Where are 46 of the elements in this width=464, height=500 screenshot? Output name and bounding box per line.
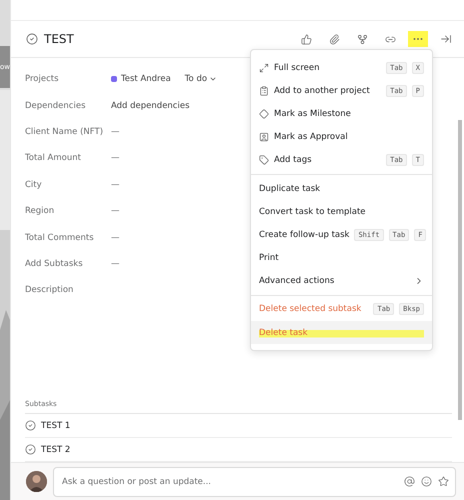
clipboard-icon — [259, 86, 269, 96]
field-value: — — [111, 153, 120, 164]
field-value: — — [111, 206, 120, 216]
add-dependencies-link[interactable]: Add dependencies — [111, 100, 190, 111]
emoji-icon[interactable] — [421, 476, 432, 487]
menu-item[interactable]: Convert task to template — [251, 200, 432, 224]
check-circle-icon[interactable] — [25, 444, 36, 455]
field-label: Total Comments — [25, 232, 95, 243]
tag-icon — [259, 155, 269, 166]
field-label: Description — [25, 285, 74, 296]
task-title: TEST — [44, 32, 75, 46]
field-label: Total Amount — [25, 153, 82, 164]
project-name[interactable]: Test Andrea — [121, 74, 171, 84]
field-label: City — [25, 180, 43, 190]
field-label: Projects — [25, 74, 60, 84]
arrow-to-line-icon — [440, 33, 452, 45]
subtask-name[interactable]: TEST 1 — [41, 420, 70, 430]
menu-item[interactable]: Duplicate task — [251, 176, 432, 200]
menu-item[interactable]: Mark as Milestone — [251, 102, 432, 126]
star-icon[interactable] — [438, 476, 449, 487]
diamond-icon — [259, 108, 269, 119]
field-label: Client Name (NFT) — [25, 126, 104, 137]
paperclip-icon — [328, 34, 340, 44]
branch-icon — [356, 34, 368, 44]
more-button[interactable] — [408, 31, 428, 47]
field-label: Dependencies — [25, 100, 86, 111]
menu-item[interactable]: Advanced actions — [251, 270, 432, 293]
check-circle-icon[interactable] — [25, 420, 36, 431]
status-dropdown[interactable]: To do — [184, 74, 218, 84]
scrollbar-thumb[interactable] — [458, 120, 462, 420]
field-value: — — [111, 232, 120, 243]
field-value: — — [111, 258, 120, 269]
field-label: Add Subtasks — [25, 258, 84, 269]
menu-item[interactable]: Print — [251, 246, 432, 270]
expand-icon — [259, 62, 269, 73]
person-square-icon — [259, 132, 269, 142]
comment-box[interactable]: Ask a question or post an update... — [53, 466, 456, 496]
thumbs-up-icon — [300, 34, 312, 44]
subtask-name[interactable]: TEST 2 — [41, 444, 70, 454]
field-value: — — [111, 180, 120, 190]
avatar — [26, 471, 47, 492]
menu-item[interactable]: Mark as Approval — [251, 126, 432, 149]
mention-icon[interactable] — [404, 476, 415, 487]
field-label: Region — [25, 206, 56, 216]
check-circle-icon[interactable] — [26, 33, 38, 45]
field-value: — — [111, 126, 120, 137]
